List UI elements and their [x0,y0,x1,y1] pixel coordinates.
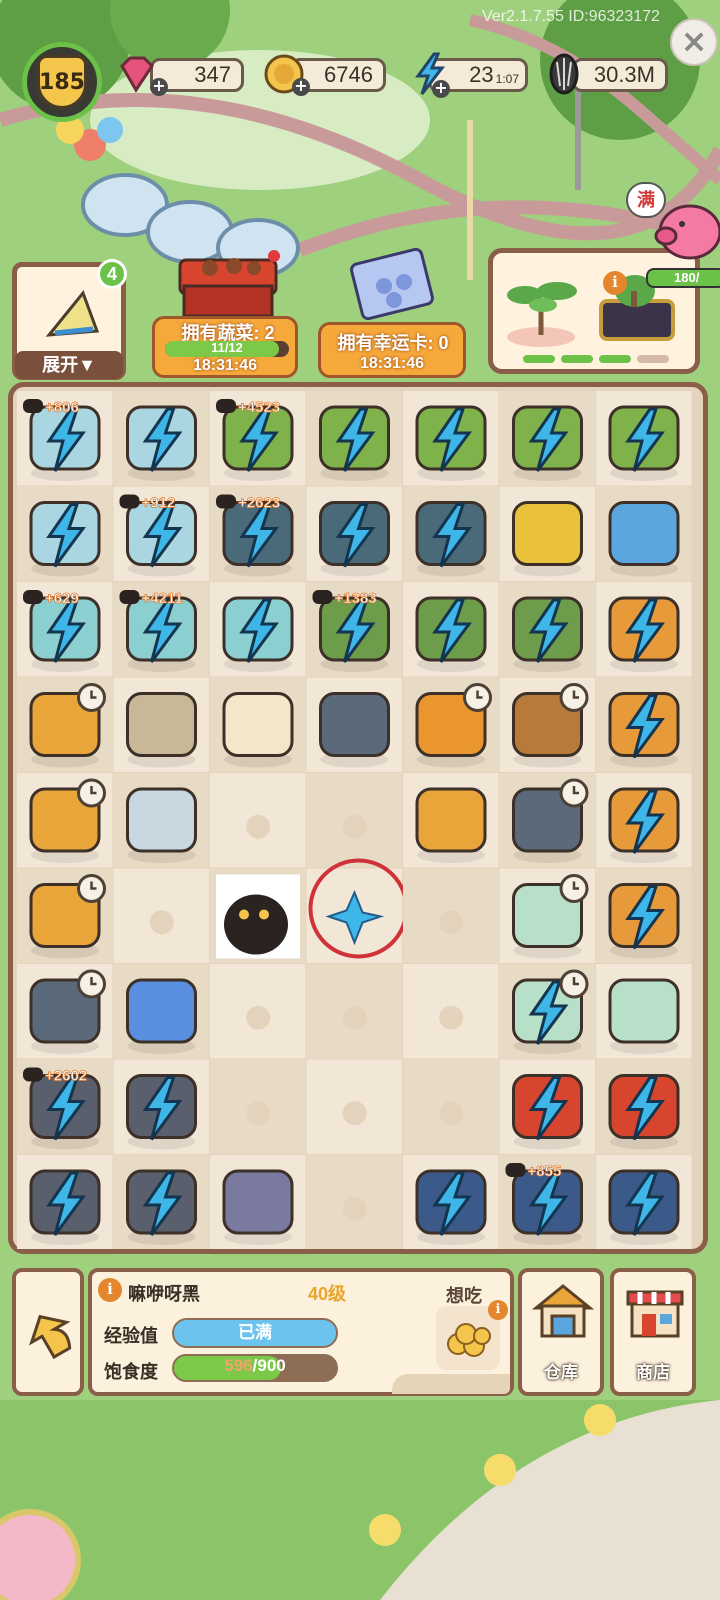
black-cat-badge-icon [505,1163,526,1177]
paw-print-icon [149,910,174,935]
warehouse-button[interactable]: 仓库 [518,1268,604,1396]
cat-eye-icon [259,909,269,920]
coin-bonus-badge: +629 [45,590,79,607]
paw-print-icon [246,814,271,839]
exp-label: 经验值 [104,1326,158,1346]
paw-print-icon [439,910,464,935]
gems-plus-icon[interactable]: + [150,78,168,96]
expand-count-badge: 4 [97,259,127,289]
piggy-bank-icon[interactable] [646,192,720,266]
decoration-progress-segments [523,355,669,363]
coin-bonus-badge: +912 [142,495,176,512]
vegetable-progress-bar: 11/12 [165,340,289,357]
shop-button[interactable]: 商店 [610,1268,696,1396]
paw-print-icon [342,1005,367,1030]
warehouse-icon [532,1284,594,1338]
black-cat-badge-icon [23,1067,43,1082]
moth2-item-icon [126,787,197,853]
expand-orders-card[interactable]: 4 展开▼ [12,259,127,380]
black-cat-badge-icon [119,494,140,509]
energy-plus-icon[interactable]: + [432,80,450,98]
food-info-icon[interactable]: i [488,1300,508,1320]
exp-bar: 已满 [172,1318,338,1348]
wants-label: 想吃 [446,1286,482,1306]
energy-timer: 1:07 [495,72,519,86]
pet-name: 嘛咿呀黑 [128,1284,200,1304]
pet-level: 40级 [308,1284,347,1304]
level-number: 185 [37,55,87,109]
moth-item-icon [126,692,197,757]
fullness-current: 596 [224,1356,253,1375]
lucky-card-order-title: 拥有幸运卡: 0 [337,333,449,353]
sunflower-seed-icon [549,53,579,95]
expand-label: 展开▼ [15,351,123,379]
cat-eye-icon [239,909,249,920]
panel-corner-decoration [392,1374,510,1394]
coin-bonus-badge: +4211 [142,590,183,607]
bbq-grill-icon [178,250,280,318]
vegetable-progress-text: 11/12 [211,340,243,355]
close-button[interactable]: × [670,18,718,66]
coin-bonus-badge: +855 [528,1163,562,1180]
paw-print-icon [246,1005,271,1030]
seeds-counter[interactable]: 30.3M [572,58,668,92]
black-cat-icon [224,894,288,955]
decoration-order-card[interactable]: i [488,248,700,374]
player-level-badge[interactable]: 185 [22,42,102,122]
lucky-card-order-timer: 18:31:46 [359,355,425,372]
warehouse-label: 仓库 [544,1363,578,1382]
coin-bonus-badge: +806 [45,399,79,416]
coin-bonus-badge: +1383 [335,590,377,607]
black-cat-badge-icon [312,590,333,604]
energy-value: 23 [469,62,494,87]
fullness-max: /900 [252,1356,286,1375]
pet-info-icon[interactable]: i [98,1278,122,1302]
paw-print-icon [342,1196,367,1221]
paw-print-icon [439,1101,464,1126]
coins-plus-icon[interactable]: + [292,78,310,96]
black-cat-badge-icon [23,399,43,413]
coin-bonus-badge: +4523 [238,399,280,416]
piggy-progress: 180/ [646,268,720,288]
fly-item-icon [126,978,197,1044]
back-button[interactable] [12,1268,84,1396]
merge-board[interactable]: +806 +4523 +912 +2623 +629 +4211 +1383 +2602 +85… [8,382,708,1254]
watch-item-icon [512,501,583,566]
coin-bonus-badge: +2623 [238,495,280,512]
info-icon[interactable]: i [603,271,627,295]
exp-value: 已满 [238,1323,272,1342]
black-cat-badge-icon [119,590,140,604]
glass-item-icon [222,692,294,757]
back-arrow-icon [29,1314,72,1360]
paw-print-icon [439,1005,464,1030]
arcade-item-icon [608,501,680,566]
paint-item-icon [222,1169,294,1235]
black-cat-badge-icon [216,494,236,509]
party-hat-icon [45,290,100,337]
board-grid: +806 +4523 +912 +2623 +629 +4211 +1383 +2602 +85… [17,391,692,1249]
shop-label: 商店 [636,1363,670,1382]
paw-print-icon [342,1101,367,1126]
bonsai-tree-icon [507,282,577,347]
black-cat-badge-icon [23,590,43,604]
vegetable-order-card[interactable]: 拥有蔬菜: 2 11/12 18:31:46 [152,316,298,378]
paw-print-icon [246,1101,271,1126]
pet-info-panel: i 嘛咿呀黑 40级 经验值 已满 饱食度 596/900 想吃 i [88,1268,514,1396]
bowl-item-icon [608,978,680,1044]
gems-value: 347 [194,62,231,87]
pipe-item-icon [319,692,390,757]
seeds-value: 30.3M [593,62,655,87]
paw-print-icon [342,814,367,839]
lucky-card-order-card[interactable]: 拥有幸运卡: 0 18:31:46 [318,322,466,378]
shop-icon [626,1290,684,1338]
black-cat-badge-icon [216,399,236,413]
version-text: Ver2.1.7.55 ID:96323172 [482,8,660,25]
fullness-label: 饱食度 [104,1362,158,1382]
lucky-card-icon [350,247,434,321]
vegetable-order-timer: 18:31:46 [192,357,258,374]
coin-bonus-badge: +2602 [45,1068,87,1085]
coins-value: 6746 [324,62,373,87]
fullness-bar: 596/900 [172,1354,338,1382]
bag-item-icon [415,787,487,853]
